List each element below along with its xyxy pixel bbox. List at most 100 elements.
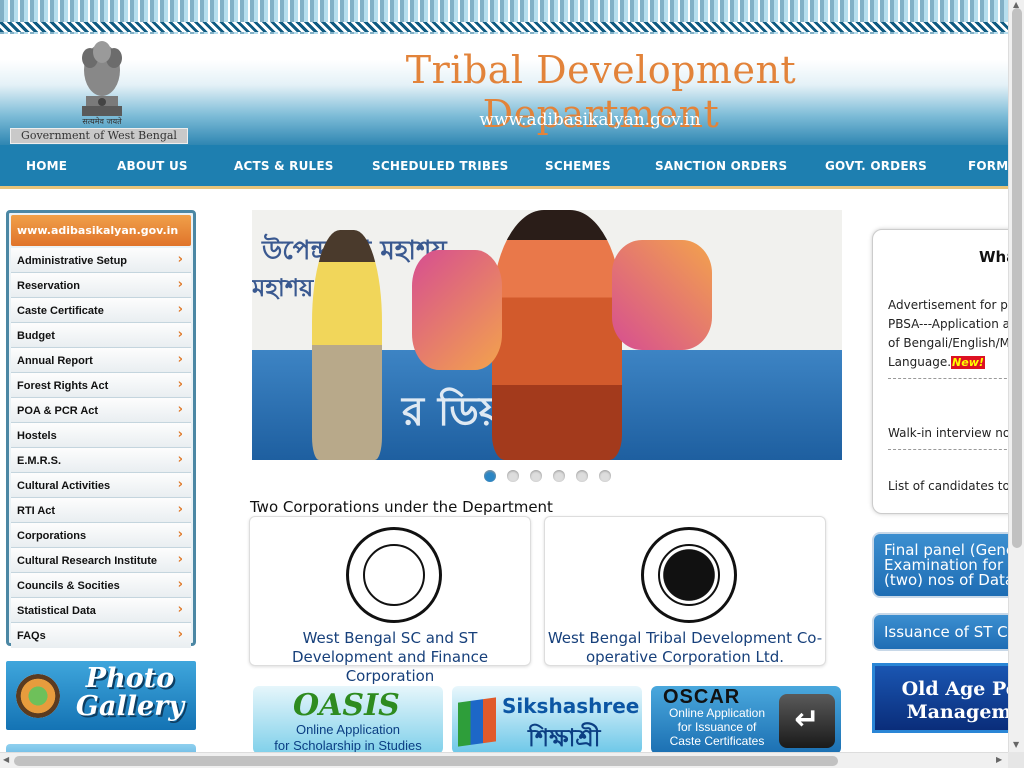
nav-govt-orders[interactable]: GOVT. ORDERS [825, 159, 927, 173]
sidebar-item-reservation[interactable]: Reservation › [11, 273, 191, 298]
oasis-logo: OASIS [293, 688, 400, 723]
chevron-right-icon: › [177, 452, 183, 467]
news-line: PBSA---Application ar [888, 317, 1015, 331]
sidebar-item-label: Reservation [17, 280, 80, 292]
sidebar-list: Administrative Setup › Reservation › Caste… [11, 248, 191, 648]
image-slider[interactable]: উপেন্দ্রনাথ মহাশয় মহাশয়, মা য় র ডিয়া… [252, 210, 842, 460]
horizontal-scroll-thumb[interactable] [14, 756, 838, 766]
chevron-right-icon: › [177, 252, 183, 267]
issuance-label: Issuance of ST Ce [884, 623, 1017, 641]
news-line: Walk-in interview not [888, 426, 1015, 440]
sidebar-heading[interactable]: www.adibasikalyan.gov.in [11, 215, 191, 246]
chevron-right-icon: › [177, 602, 183, 617]
old-age-pension-banner[interactable]: Old Age Pens Managemen [872, 663, 1022, 733]
chevron-right-icon: › [177, 377, 183, 392]
oasis-banner[interactable]: OASIS Online Application for Scholarship… [253, 686, 443, 754]
vertical-scrollbar[interactable]: ▲ ▼ [1008, 0, 1024, 752]
old-age-pension-label: Old Age Pens Managemen [882, 678, 1019, 724]
book-icon [458, 697, 496, 747]
emblem-motto: सत्यमेव जयते [82, 117, 122, 126]
chevron-right-icon: › [177, 627, 183, 642]
site-url[interactable]: www.adibasikalyan.gov.in [420, 110, 760, 130]
nav-about-us[interactable]: ABOUT US [117, 159, 188, 173]
sidebar-item-poa-pcr-act[interactable]: POA & PCR Act › [11, 398, 191, 423]
slider-dot-5[interactable] [576, 470, 588, 482]
photo-gallery-banner[interactable]: Photo Gallery [6, 661, 196, 730]
sidebar-item-label: Caste Certificate [17, 305, 104, 317]
sidebar-item-corporations[interactable]: Corporations › [11, 523, 191, 548]
nav-scheduled-tribes[interactable]: SCHEDULED TRIBES [372, 159, 508, 173]
nav-home[interactable]: HOME [26, 159, 67, 173]
news-item[interactable]: List of candidates to b [888, 477, 1021, 502]
sidebar-item-label: Cultural Activities [17, 480, 111, 492]
sidebar-item-cultural-research-institute[interactable]: Cultural Research Institute › [11, 548, 191, 573]
sidebar-item-councils-socities[interactable]: Councils & Socities › [11, 573, 191, 598]
news-item[interactable]: Walk-in interview not [888, 424, 1021, 450]
scroll-right-icon[interactable]: ▶ [996, 755, 1002, 764]
nav-acts-rules[interactable]: ACTS & RULES [234, 159, 334, 173]
government-label: Government of West Bengal [10, 128, 188, 144]
whats-new-panel: Wha Advertisement for pa PBSA---Applicat… [872, 229, 1022, 514]
sidebar-item-hostels[interactable]: Hostels › [11, 423, 191, 448]
corporation-name[interactable]: West Bengal Tribal Development Co-operat… [547, 629, 823, 667]
nav-forms[interactable]: FORMS [968, 159, 1008, 173]
sidebar-item-label: RTI Act [17, 505, 56, 517]
sidebar-item-caste-certificate[interactable]: Caste Certificate › [11, 298, 191, 323]
sidebar-item-annual-report[interactable]: Annual Report › [11, 348, 191, 373]
slider-dot-6[interactable] [599, 470, 611, 482]
tribal-coop-logo-icon [641, 527, 737, 623]
sidebar-item-faqs[interactable]: FAQs › [11, 623, 191, 648]
sikshashree-banner[interactable]: Sikshashree শিক্ষাশ্রী [452, 686, 642, 754]
scroll-left-icon[interactable]: ◀ [3, 755, 9, 764]
sidebar-item-emrs[interactable]: E.M.R.S. › [11, 448, 191, 473]
issuance-st-certificate-link[interactable]: Issuance of ST Ce [872, 613, 1022, 651]
vertical-scroll-thumb[interactable] [1012, 8, 1022, 548]
nav-sanction-orders[interactable]: SANCTION ORDERS [655, 159, 787, 173]
sidebar-item-label: Corporations [17, 530, 87, 542]
corporation-card-sc-st[interactable]: West Bengal SC and ST Development and Fi… [249, 516, 531, 685]
chevron-right-icon: › [177, 277, 183, 292]
slider-dot-1[interactable] [484, 470, 496, 482]
old-age-line: Old Age Pens [901, 678, 1019, 700]
slider-dot-4[interactable] [553, 470, 565, 482]
camera-lens-icon [16, 674, 60, 718]
chevron-right-icon: › [177, 577, 183, 592]
main-navigation: HOME ABOUT US ACTS & RULES SCHEDULED TRI… [0, 145, 1008, 189]
chevron-right-icon: › [177, 427, 183, 442]
corporation-name[interactable]: West Bengal SC and ST Development and Fi… [252, 629, 528, 686]
sidebar-item-label: Councils & Socities [17, 580, 120, 592]
sidebar-item-administrative-setup[interactable]: Administrative Setup › [11, 248, 191, 273]
notice-line: (two) nos of Data [884, 571, 1015, 589]
news-item[interactable]: Advertisement for pa PBSA---Application … [888, 296, 1021, 379]
sidebar-item-label: Statistical Data [17, 605, 96, 617]
sidebar-item-label: Forest Rights Act [17, 380, 109, 392]
sidebar-item-statistical-data[interactable]: Statistical Data › [11, 598, 191, 623]
slider-pagination [484, 470, 611, 482]
oscar-banner[interactable]: OSCAR Online Application for Issuance of… [651, 686, 841, 754]
news-line: of Bengali/English/Ma [888, 336, 1018, 350]
slider-dot-3[interactable] [530, 470, 542, 482]
enter-key-icon: ↵ [779, 694, 835, 748]
slider-dot-2[interactable] [507, 470, 519, 482]
chevron-right-icon: › [177, 302, 183, 317]
sidebar-item-budget[interactable]: Budget › [11, 323, 191, 348]
sidebar-item-rti-act[interactable]: RTI Act › [11, 498, 191, 523]
scrollbar-corner [1008, 752, 1024, 768]
sidebar-item-label: Budget [17, 330, 55, 342]
corporation-card-tribal-coop[interactable]: West Bengal Tribal Development Co-operat… [544, 516, 826, 666]
chevron-right-icon: › [177, 352, 183, 367]
nav-schemes[interactable]: SCHEMES [545, 159, 611, 173]
sidebar-item-cultural-activities[interactable]: Cultural Activities › [11, 473, 191, 498]
logo-inner-ring [658, 544, 720, 606]
scroll-down-icon[interactable]: ▼ [1013, 740, 1019, 749]
site-header: सत्यमेव जयते Government of West Bengal T… [0, 0, 1008, 145]
sidebar-item-forest-rights-act[interactable]: Forest Rights Act › [11, 373, 191, 398]
final-panel-notice[interactable]: Final panel (Gene Examination for t (two… [872, 532, 1022, 598]
sidebar-menu: www.adibasikalyan.gov.in Administrative … [6, 210, 196, 648]
sidebar-item-label: FAQs [17, 630, 46, 642]
slide-scarf [412, 250, 502, 370]
sidebar-item-label: E.M.R.S. [17, 455, 62, 467]
page: सत्यमेव जयते Government of West Bengal T… [0, 0, 1024, 768]
horizontal-scrollbar[interactable]: ◀ ▶ [0, 752, 1008, 768]
news-line: Advertisement for pa [888, 298, 1016, 312]
